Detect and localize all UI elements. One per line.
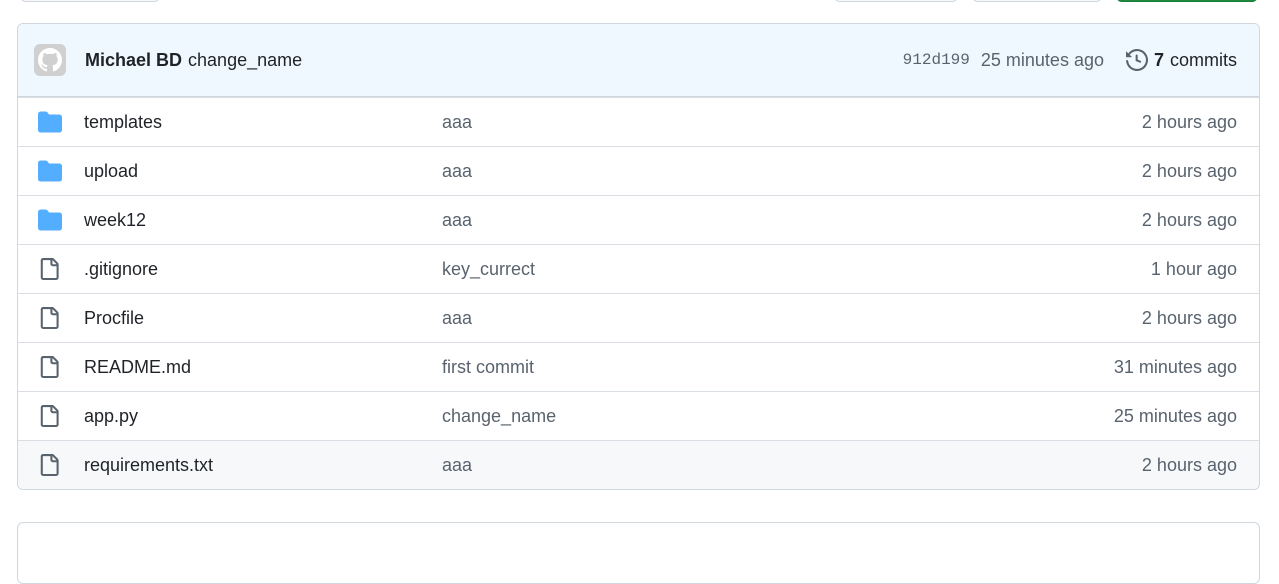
file-commit-time: 2 hours ago — [1141, 111, 1237, 132]
file-icon — [38, 453, 65, 477]
file-name[interactable]: upload — [84, 161, 442, 182]
folder-icon — [38, 159, 65, 183]
file-commit-time: 31 minutes ago — [1113, 356, 1237, 377]
file-name[interactable]: week12 — [84, 210, 442, 231]
file-icon — [38, 355, 65, 379]
file-commit-message[interactable]: aaa — [442, 161, 1142, 182]
file-row-requirements[interactable]: requirements.txt aaa 2 hours ago — [18, 440, 1259, 489]
file-commit-message[interactable]: aaa — [442, 308, 1142, 329]
file-name[interactable]: README.md — [84, 357, 442, 378]
history-icon — [1125, 49, 1148, 71]
file-row-app-py[interactable]: app.py change_name 25 minutes ago — [18, 391, 1259, 440]
file-icon — [38, 257, 65, 281]
file-row-week12[interactable]: week12 aaa 2 hours ago — [18, 195, 1259, 244]
github-avatar-icon — [38, 48, 62, 72]
top-button-3[interactable] — [972, 0, 1102, 2]
file-commit-message[interactable]: aaa — [442, 455, 1142, 476]
readme-box — [17, 522, 1260, 584]
file-commit-message[interactable]: key_currect — [442, 259, 1151, 280]
folder-icon — [38, 208, 65, 232]
file-name[interactable]: .gitignore — [84, 259, 442, 280]
file-commit-time: 2 hours ago — [1141, 160, 1237, 181]
file-name[interactable]: app.py — [84, 406, 442, 427]
commits-label: commits — [1170, 49, 1237, 70]
file-commit-time: 1 hour ago — [1150, 258, 1237, 279]
folder-icon — [38, 110, 65, 134]
commit-sha[interactable]: 912d199 — [903, 51, 970, 69]
file-commit-message[interactable]: aaa — [442, 210, 1142, 231]
file-commit-message[interactable]: first commit — [442, 357, 1114, 378]
commit-message[interactable]: change_name — [188, 50, 302, 71]
file-name[interactable]: requirements.txt — [84, 455, 442, 476]
file-commit-message[interactable]: aaa — [442, 112, 1142, 133]
file-row-procfile[interactable]: Procfile aaa 2 hours ago — [18, 293, 1259, 342]
file-name[interactable]: Procfile — [84, 308, 442, 329]
file-commit-time: 2 hours ago — [1141, 209, 1237, 230]
avatar[interactable] — [34, 44, 66, 76]
file-name[interactable]: templates — [84, 112, 442, 133]
file-commit-message[interactable]: change_name — [442, 406, 1114, 427]
file-row-gitignore[interactable]: .gitignore key_currect 1 hour ago — [18, 244, 1259, 293]
latest-commit-header: Michael BD change_name 912d199 25 minute… — [18, 24, 1259, 97]
file-row-templates[interactable]: templates aaa 2 hours ago — [18, 97, 1259, 146]
file-icon — [38, 404, 65, 428]
commit-author[interactable]: Michael BD — [85, 50, 182, 71]
file-row-readme[interactable]: README.md first commit 31 minutes ago — [18, 342, 1259, 391]
commit-time: 25 minutes ago — [980, 49, 1104, 70]
file-icon — [38, 306, 65, 330]
top-button-2[interactable] — [834, 0, 958, 2]
file-browser: Michael BD change_name 912d199 25 minute… — [17, 23, 1260, 490]
commit-count: 7 — [1153, 49, 1164, 70]
code-button[interactable] — [1116, 0, 1258, 2]
top-button-1[interactable] — [20, 0, 160, 2]
file-row-upload[interactable]: upload aaa 2 hours ago — [18, 146, 1259, 195]
commits-link[interactable]: 7 commits — [1125, 49, 1237, 71]
file-commit-time: 2 hours ago — [1141, 454, 1237, 475]
file-commit-time: 2 hours ago — [1141, 307, 1237, 328]
file-commit-time: 25 minutes ago — [1113, 405, 1237, 426]
